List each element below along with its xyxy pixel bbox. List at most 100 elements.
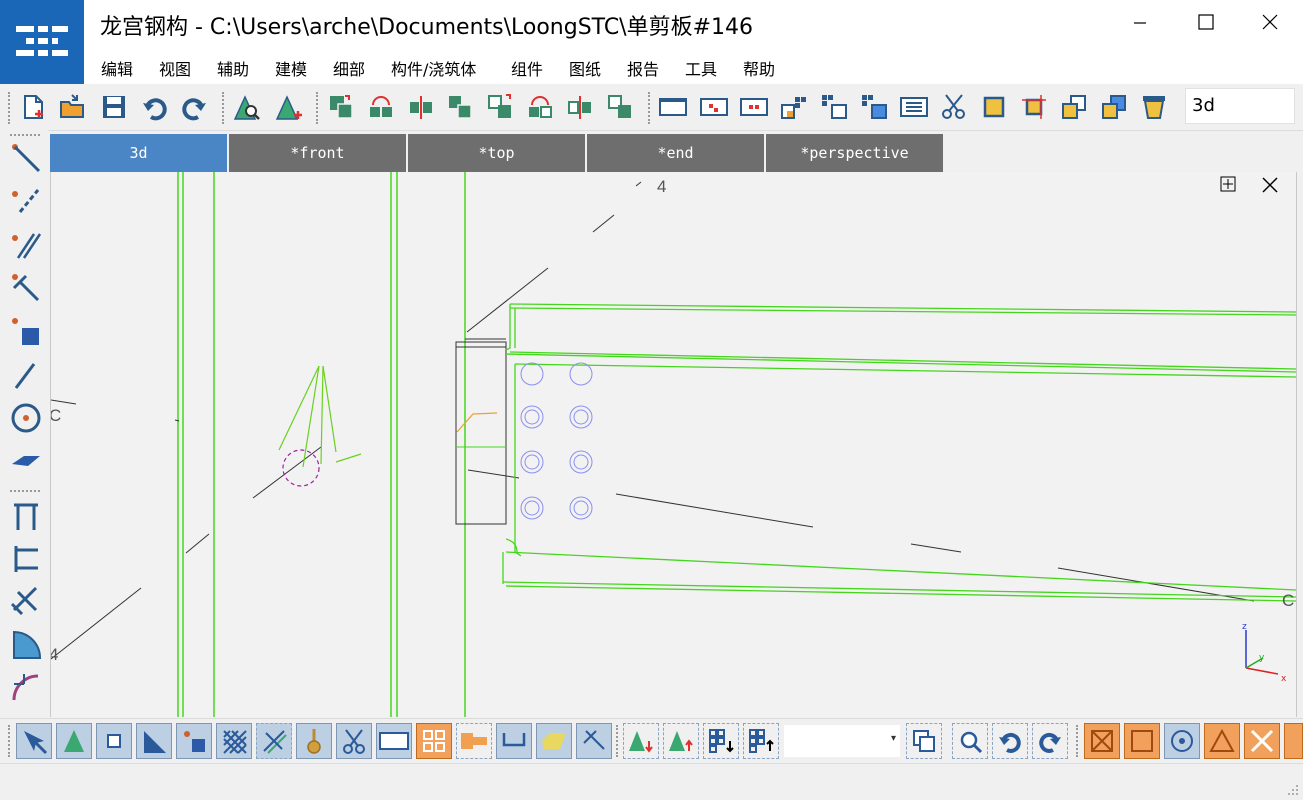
polybeam-icon[interactable] bbox=[8, 184, 44, 220]
maximize-icon[interactable] bbox=[1186, 8, 1226, 36]
open-folder-icon[interactable] bbox=[55, 90, 89, 124]
snap-end-icon[interactable] bbox=[1084, 723, 1120, 759]
move-special-icon[interactable] bbox=[483, 90, 517, 124]
select-bolt-icon[interactable] bbox=[256, 723, 292, 759]
mirror-icon[interactable] bbox=[404, 90, 438, 124]
inspect-object-icon[interactable] bbox=[230, 90, 264, 124]
tab-3d[interactable]: 3d bbox=[50, 134, 227, 172]
plate-icon[interactable] bbox=[8, 442, 44, 478]
select-assembly-icon[interactable] bbox=[416, 723, 452, 759]
part-icon[interactable] bbox=[977, 90, 1011, 124]
column-icon[interactable] bbox=[8, 270, 44, 306]
cut-icon[interactable] bbox=[937, 90, 971, 124]
fit-part-icon[interactable] bbox=[1017, 90, 1051, 124]
menu-reports[interactable]: 报告 bbox=[627, 56, 659, 80]
align-icon[interactable] bbox=[603, 90, 637, 124]
move-icon[interactable] bbox=[443, 90, 477, 124]
save-icon[interactable] bbox=[97, 90, 131, 124]
snap-square-icon[interactable] bbox=[1124, 723, 1160, 759]
copy-special-icon[interactable] bbox=[364, 90, 398, 124]
toolbar-grip[interactable] bbox=[8, 725, 13, 757]
group-select-icon[interactable] bbox=[817, 90, 851, 124]
select-weld-icon[interactable] bbox=[296, 723, 332, 759]
view-window-icon[interactable] bbox=[656, 90, 690, 124]
select-view-icon[interactable] bbox=[376, 723, 412, 759]
filter-combo[interactable]: ▾ bbox=[784, 725, 900, 757]
select-polygon-icon[interactable] bbox=[536, 723, 572, 759]
toolbar-grip[interactable] bbox=[8, 92, 13, 124]
menu-help[interactable]: 帮助 bbox=[743, 56, 775, 80]
menu-assist[interactable]: 辅助 bbox=[217, 56, 249, 80]
select-reference-icon[interactable] bbox=[576, 723, 612, 759]
toolbar-grip[interactable] bbox=[648, 92, 653, 124]
toolbar-grip[interactable] bbox=[10, 490, 40, 494]
snap-center-icon[interactable] bbox=[1164, 723, 1200, 759]
beam-icon[interactable] bbox=[8, 140, 44, 176]
menu-drawings[interactable]: 图纸 bbox=[569, 56, 601, 80]
select-point-icon[interactable] bbox=[96, 723, 132, 759]
upper-plane-icon[interactable] bbox=[663, 723, 699, 759]
menu-view[interactable]: 视图 bbox=[159, 56, 191, 80]
close-icon[interactable] bbox=[1250, 8, 1290, 36]
pad-footing-icon[interactable] bbox=[8, 314, 44, 350]
menu-modeling[interactable]: 建模 bbox=[275, 56, 307, 80]
grid-down-icon[interactable] bbox=[703, 723, 739, 759]
list-icon[interactable] bbox=[897, 90, 931, 124]
tab-top[interactable]: *top bbox=[408, 134, 585, 172]
close-view-icon[interactable] bbox=[1261, 176, 1285, 200]
frame-icon[interactable] bbox=[8, 540, 44, 576]
rotate-icon[interactable] bbox=[523, 90, 557, 124]
snap-intersect-icon[interactable] bbox=[1244, 723, 1280, 759]
curved-beam-icon[interactable] bbox=[8, 668, 44, 704]
brace-icon[interactable] bbox=[8, 582, 44, 618]
portal-frame-icon[interactable] bbox=[8, 498, 44, 534]
menu-tools[interactable]: 工具 bbox=[685, 56, 717, 80]
group-move-icon[interactable] bbox=[857, 90, 891, 124]
zoom-window-icon[interactable] bbox=[952, 723, 988, 759]
circle-icon[interactable] bbox=[8, 400, 44, 436]
bucket-icon[interactable] bbox=[1137, 90, 1171, 124]
select-part-icon[interactable] bbox=[56, 723, 92, 759]
resize-grip-icon[interactable] bbox=[1287, 784, 1299, 796]
select-cut-icon[interactable] bbox=[336, 723, 372, 759]
redo-icon[interactable] bbox=[177, 90, 211, 124]
redo-view-icon[interactable] bbox=[1032, 723, 1068, 759]
model-viewport[interactable]: 4 C C 4 z y x bbox=[50, 172, 1297, 717]
twin-beam-icon[interactable] bbox=[8, 228, 44, 264]
combine-icon[interactable] bbox=[1057, 90, 1091, 124]
select-component-icon[interactable] bbox=[176, 723, 212, 759]
copy-view-icon[interactable] bbox=[906, 723, 942, 759]
new-file-icon[interactable] bbox=[16, 90, 50, 124]
view-name-field[interactable]: 3d bbox=[1185, 88, 1295, 124]
chevron-down-icon[interactable]: ▾ bbox=[891, 733, 896, 744]
select-grid-icon[interactable] bbox=[216, 723, 252, 759]
tab-perspective[interactable]: *perspective bbox=[766, 134, 943, 172]
menu-detailing[interactable]: 细部 bbox=[333, 56, 365, 80]
tab-end[interactable]: *end bbox=[587, 134, 764, 172]
toolbar-grip[interactable] bbox=[316, 92, 321, 124]
menu-edit[interactable]: 编辑 bbox=[101, 56, 133, 80]
toolbar-grip[interactable] bbox=[616, 725, 621, 757]
menu-parts[interactable]: 构件/浇筑体 bbox=[391, 56, 476, 80]
toolbar-grip[interactable] bbox=[10, 134, 40, 138]
snap-triangle-icon[interactable] bbox=[1204, 723, 1240, 759]
merge-icon[interactable] bbox=[1097, 90, 1131, 124]
mirror-special-icon[interactable] bbox=[563, 90, 597, 124]
menu-components[interactable]: 组件 bbox=[511, 56, 543, 80]
line-icon[interactable] bbox=[8, 358, 44, 394]
view-points-icon[interactable] bbox=[737, 90, 771, 124]
select-connection-icon[interactable] bbox=[456, 723, 492, 759]
toolbar-grip[interactable] bbox=[1076, 725, 1081, 757]
layout-icon[interactable] bbox=[1220, 176, 1244, 200]
polygon-plate-icon[interactable] bbox=[8, 626, 44, 662]
add-point-icon[interactable] bbox=[272, 90, 306, 124]
view-grid-icon[interactable] bbox=[697, 90, 731, 124]
minimize-icon[interactable] bbox=[1120, 8, 1160, 36]
lower-plane-icon[interactable] bbox=[623, 723, 659, 759]
undo-icon[interactable] bbox=[138, 90, 172, 124]
snap-extra-icon[interactable] bbox=[1284, 723, 1303, 759]
select-plane-icon[interactable] bbox=[136, 723, 172, 759]
group-icon[interactable] bbox=[777, 90, 811, 124]
copy-icon[interactable] bbox=[324, 90, 358, 124]
toolbar-grip[interactable] bbox=[222, 92, 227, 124]
